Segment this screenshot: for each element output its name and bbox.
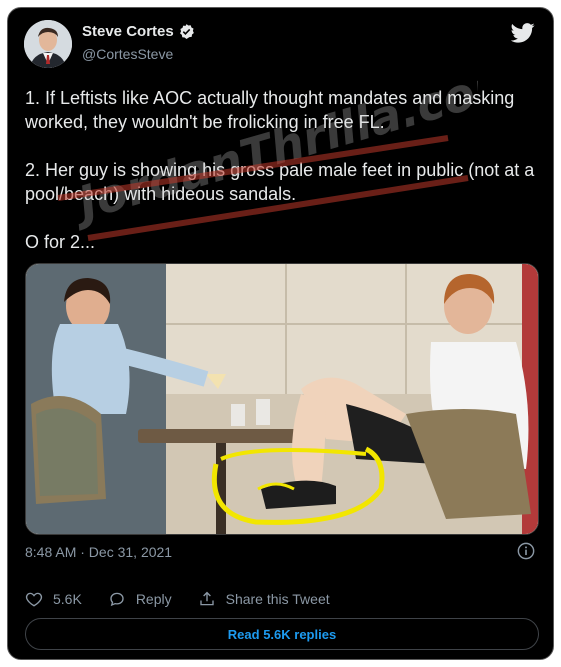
verified-badge-icon [179,24,194,39]
heart-icon [25,592,43,607]
share-upload-icon [199,591,214,606]
share-label: Share this Tweet [225,591,330,607]
info-icon[interactable] [517,542,535,560]
tweet-photo[interactable] [25,263,539,535]
tweet-card: Steve Cortes @CortesSteve 1. If Leftists… [7,7,554,660]
tweet-paragraph: 1. If Leftists like AOC actually thought… [25,88,515,132]
speech-bubble-icon [110,592,124,607]
tweet-text: 1. If Leftists like AOC actually thought… [25,86,535,254]
tweet-actions: 5.6K Reply Share this Tweet [25,588,356,610]
author-name-row[interactable]: Steve Cortes [82,23,195,40]
reply-button[interactable]: Reply [108,590,172,608]
like-button[interactable]: 5.6K [25,590,82,608]
avatar[interactable] [24,20,72,68]
author-name[interactable]: Steve Cortes [82,23,174,40]
share-button[interactable]: Share this Tweet [198,590,330,608]
reply-label: Reply [135,591,172,607]
tweet-paragraph: O for 2... [25,232,96,252]
tweet-timestamp[interactable]: 8:48 AM · Dec 31, 2021 [25,544,172,560]
read-replies-button[interactable]: Read 5.6K replies [25,618,539,650]
tweet-meta: 8:48 AM · Dec 31, 2021 [25,542,539,564]
like-count: 5.6K [53,591,82,607]
twitter-bird-icon[interactable] [511,23,535,43]
tweet-paragraph: 2. Her guy is showing his gross pale mal… [25,160,535,204]
author-handle[interactable]: @CortesSteve [82,46,173,62]
